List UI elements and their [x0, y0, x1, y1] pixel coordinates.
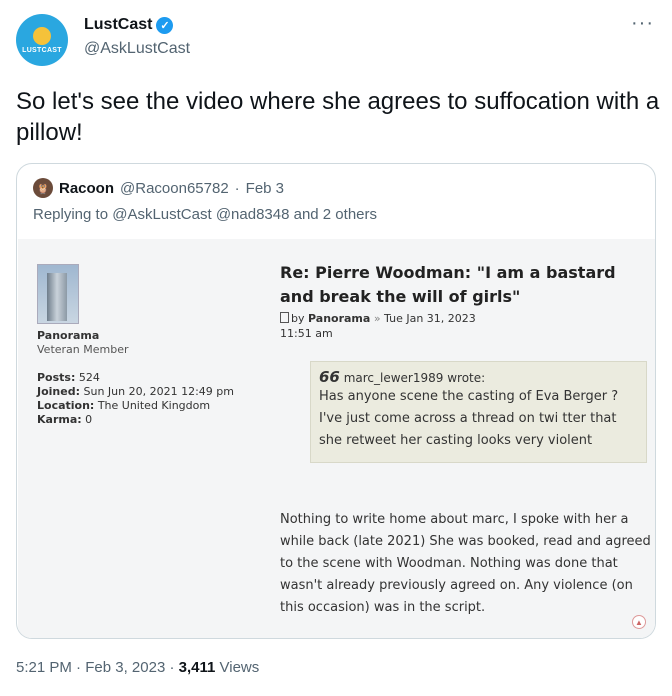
replying-to-prefix: Replying to: [33, 206, 113, 223]
quoted-text: Has anyone scene the casting of Eva Berg…: [319, 389, 619, 448]
stat-label: Location:: [37, 399, 95, 412]
quoted-author-avatar-icon[interactable]: 🦉: [33, 178, 53, 198]
quote-mark-icon: 66: [319, 368, 340, 386]
replying-to-handles[interactable]: @AskLustCast @nad8348: [112, 206, 289, 223]
lustcast-logo-icon: [33, 26, 51, 45]
verified-badge-icon[interactable]: ✓: [156, 16, 174, 34]
more-options-icon[interactable]: ···: [631, 12, 654, 35]
building-image: [47, 273, 67, 321]
tweet-footer: 5:21 PM · Feb 3, 2023 · 3,411 Views: [16, 659, 259, 676]
quoted-tweet-date[interactable]: Feb 3: [246, 180, 284, 197]
quote-cite: 66 marc_lewer1989 wrote:: [319, 369, 638, 386]
forum-post-body: Nothing to write home about marc, I spok…: [280, 512, 651, 615]
stat-label: Joined:: [37, 385, 80, 398]
stat-value: 524: [78, 371, 100, 384]
replying-to-others[interactable]: and 2 others: [289, 206, 377, 223]
stat-value: The United Kingdom: [97, 399, 211, 412]
report-circle-icon: ▲: [632, 615, 646, 629]
tweet-date[interactable]: Feb 3, 2023: [85, 659, 165, 676]
forum-post-meta: by Panorama » Tue Jan 31, 2023 11:51 am: [280, 311, 500, 341]
stat-label: Karma:: [37, 413, 82, 426]
tweet-time[interactable]: 5:21 PM: [16, 659, 72, 676]
footer-sep: ·: [71, 659, 86, 676]
views-label: Views: [215, 659, 260, 676]
quoted-author-name[interactable]: Racoon: [59, 180, 114, 197]
forum-username: Panorama: [37, 329, 100, 342]
meta-by: by: [291, 312, 308, 325]
post-icon: [280, 312, 289, 323]
author-handle[interactable]: @AskLustCast: [84, 40, 190, 58]
stat-label: Posts:: [37, 371, 76, 384]
forum-stat-location: Location: The United Kingdom: [37, 399, 234, 413]
forum-post-title: Re: Pierre Woodman: "I am a bastard and …: [280, 263, 616, 306]
quoted-tweet-header: 🦉 Racoon @Racoon65782 · Feb 3: [33, 178, 284, 198]
forum-user-rank: Veteran Member: [37, 343, 129, 356]
quoted-tweet[interactable]: 🦉 Racoon @Racoon65782 · Feb 3 Replying t…: [16, 163, 656, 639]
meta-arrow-icon: »: [373, 312, 381, 325]
stat-value: Sun Jun 20, 2021 12:49 pm: [83, 385, 234, 398]
forum-stat-posts: Posts: 524: [37, 371, 234, 385]
forum-user-stats: Posts: 524 Joined: Sun Jun 20, 2021 12:4…: [37, 371, 234, 427]
forum-quote-block: 66 marc_lewer1989 wrote: Has anyone scen…: [310, 361, 647, 463]
author-avatar[interactable]: LUSTCAST: [16, 14, 68, 66]
views-count: 3,411: [178, 659, 216, 676]
forum-user-avatar: [37, 264, 79, 324]
quoted-author: marc_lewer1989 wrote:: [343, 371, 486, 385]
forum-stat-karma: Karma: 0: [37, 413, 234, 427]
avatar-brand-text: LUSTCAST: [22, 46, 62, 54]
stat-value: 0: [85, 413, 93, 426]
tweet-text: So let's see the video where she agrees …: [16, 88, 660, 146]
forum-stat-joined: Joined: Sun Jun 20, 2021 12:49 pm: [37, 385, 234, 399]
footer-sep: ·: [165, 659, 179, 676]
forum-post-image: Panorama Veteran Member Posts: 524 Joine…: [18, 239, 655, 638]
header-separator: ·: [234, 179, 240, 197]
author-name-row: LustCast ✓: [84, 16, 174, 34]
replying-to-line: Replying to @AskLustCast @nad8348 and 2 …: [33, 206, 377, 223]
author-display-name[interactable]: LustCast: [84, 16, 152, 34]
meta-author: Panorama: [308, 312, 371, 325]
quoted-author-handle[interactable]: @Racoon65782: [120, 180, 229, 197]
